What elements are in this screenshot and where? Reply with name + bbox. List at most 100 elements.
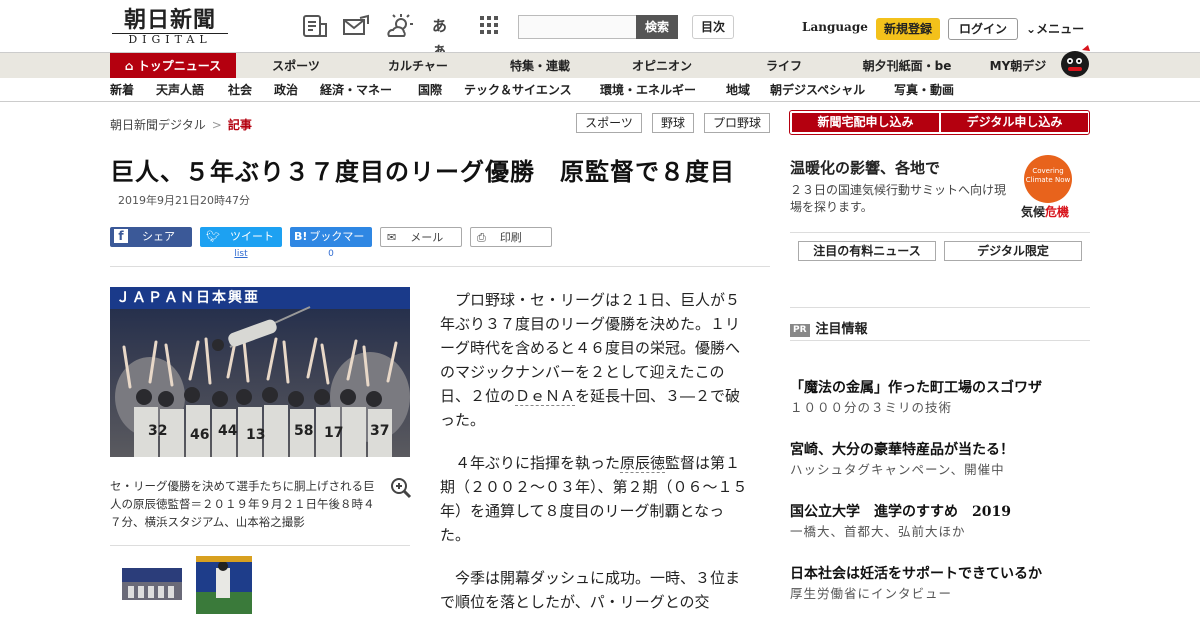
bookmark-count: 0 — [328, 249, 334, 259]
jersey-number: 17 — [324, 425, 344, 441]
chevron-down-icon: ⌄ — [1026, 22, 1037, 36]
font-size-icon[interactable]: あぁ — [432, 14, 458, 59]
mail-icon: ✉ — [387, 231, 397, 244]
twitter-icon: 🐦︎ — [206, 230, 220, 243]
covering-climate-now-badge[interactable]: Covering Climate Now — [1024, 155, 1072, 203]
tag-sports[interactable]: スポーツ — [576, 113, 642, 133]
digital-only-button[interactable]: デジタル限定 — [944, 241, 1082, 261]
sub-nav: 新着 天声人語 社会 政治 経済・マネー 国際 テック＆サイエンス 環境・エネル… — [0, 78, 1200, 102]
climate-feature-title[interactable]: 温暖化の影響、各地で — [790, 157, 940, 178]
search-input[interactable] — [518, 15, 638, 39]
menu-label: メニュー — [1036, 22, 1085, 36]
team-link[interactable]: ＤｅＮＡ — [515, 387, 576, 406]
register-button[interactable]: 新規登録 — [876, 18, 940, 40]
menu-button[interactable]: ⌄メニュー — [1026, 20, 1084, 37]
article-title: 巨人、５年ぶり３７度目のリーグ優勝 原監督で８度目 — [110, 158, 735, 186]
badge-text: Covering Climate Now — [1025, 167, 1071, 184]
print-button[interactable]: ⎙ 印刷 — [470, 227, 552, 247]
subnav-item[interactable]: 地域 — [726, 78, 750, 102]
pr-item-title: 国公立大学 進学のすすめ 2019 — [790, 504, 1011, 520]
home-delivery-button[interactable]: 新聞宅配申し込み — [792, 113, 939, 132]
breadcrumb-home[interactable]: 朝日新聞デジタル — [110, 118, 206, 132]
mail-share-button[interactable]: ✉ メール — [380, 227, 462, 247]
language-link[interactable]: Language — [802, 20, 868, 34]
logo-main: 朝日新聞 — [123, 7, 216, 33]
print-icon: ⎙ — [477, 231, 486, 244]
login-button[interactable]: ログイン — [948, 18, 1018, 40]
site-header: 朝日新聞 DIGITAL あぁ 検索 目次 Language 新規登録 ログイン… — [0, 0, 1200, 59]
divider — [110, 266, 770, 267]
jersey-number: 44 — [218, 423, 238, 439]
grid-apps-icon[interactable] — [478, 14, 504, 38]
pr-item[interactable]: 「魔法の金属」作った町工場のスゴワザ １０００分の３ミリの技術 — [790, 378, 1090, 418]
article-photo[interactable]: ＪＡＰＡＮ日本興亜 32 46 44 13 58 17 37 — [110, 287, 410, 457]
nav-culture[interactable]: カルチャー — [362, 53, 474, 79]
digital-subscribe-button[interactable]: デジタル申し込み — [941, 113, 1088, 132]
paragraph-text: ４年ぶりに指揮を執った — [455, 454, 621, 472]
pr-item[interactable]: 国公立大学 進学のすすめ 2019 一橋大、首都大、弘前大ほか — [790, 502, 1090, 542]
pr-badge: PR — [790, 324, 810, 337]
pr-item-title: 「魔法の金属」作った町工場のスゴワザ — [790, 380, 1042, 396]
divider — [110, 545, 410, 546]
facebook-icon: f — [114, 229, 128, 243]
pr-item[interactable]: 日本社会は妊活をサポートできているか 厚生労働省にインタビュー — [790, 564, 1090, 604]
photo-thumbnail[interactable] — [122, 568, 182, 600]
logo-text: 気候 — [1021, 205, 1046, 219]
person-link[interactable]: 原辰徳 — [620, 454, 666, 473]
subnav-item[interactable]: 写真・動画 — [894, 78, 954, 102]
article-paragraph: ４年ぶりに指揮を執った原辰徳監督は第１期（２００２～０３年）、第２期（０６～１５… — [440, 451, 750, 547]
subnav-item[interactable]: 朝デジスペシャル — [770, 78, 865, 102]
divider — [790, 340, 1090, 341]
tweet-count[interactable]: list — [200, 249, 282, 259]
hatena-icon: B! — [294, 230, 308, 243]
nav-opinion[interactable]: オピニオン — [606, 53, 718, 79]
hatena-bookmark-button[interactable]: B! ブックマーク — [290, 227, 372, 263]
jersey-number: 58 — [294, 423, 314, 439]
pr-item-title: 日本社会は妊活をサポートできているか — [790, 566, 1042, 582]
subnav-item[interactable]: 社会 — [228, 78, 252, 102]
jersey-number: 37 — [370, 423, 390, 439]
pr-item-title: 宮崎、大分の豪華特産品が当たる！ — [790, 442, 1014, 458]
article-paragraph: 今季は開幕ダッシュに成功。一時、３位まで順位を落としたが、パ・リーグとの交 — [440, 569, 741, 611]
search-button[interactable]: 検索 — [636, 15, 678, 39]
subscription-box: 新聞宅配申し込み デジタル申し込み — [789, 110, 1090, 135]
facebook-share-button[interactable]: f シェア — [110, 227, 192, 247]
zoom-icon[interactable] — [390, 477, 412, 499]
twitter-share-button[interactable]: 🐦︎ ツイート — [200, 227, 282, 247]
pr-item[interactable]: 宮崎、大分の豪華特産品が当たる！ ハッシュタグキャンペーン、開催中 — [790, 440, 1090, 480]
site-logo[interactable]: 朝日新聞 DIGITAL — [112, 8, 228, 46]
nav-life[interactable]: ライフ — [728, 53, 840, 79]
index-button[interactable]: 目次 — [692, 15, 734, 39]
nav-features[interactable]: 特集・連載 — [484, 53, 596, 79]
tweet-label: ツイート — [229, 230, 274, 243]
news-list-icon[interactable] — [302, 14, 328, 38]
share-label: シェア — [142, 230, 175, 243]
divider — [790, 232, 1090, 233]
subnav-item[interactable]: 新着 — [110, 78, 134, 102]
mail-ticket-icon[interactable] — [342, 14, 369, 38]
breadcrumb-current: 記事 — [227, 118, 252, 132]
subnav-item[interactable]: テック＆サイエンス — [464, 78, 572, 102]
subnav-item[interactable]: 国際 — [418, 78, 442, 102]
subnav-item[interactable]: 政治 — [274, 78, 298, 102]
pr-label: 注目情報 — [815, 322, 868, 337]
nav-top-news[interactable]: ⌂ トップニュース — [110, 53, 236, 79]
tag-baseball[interactable]: 野球 — [652, 113, 694, 133]
mascot-icon[interactable] — [1058, 44, 1094, 78]
home-icon: ⌂ — [124, 59, 138, 73]
breadcrumb-separator: > — [211, 118, 222, 132]
pr-item-sub: 一橋大、首都大、弘前大ほか — [790, 524, 966, 539]
subnav-item[interactable]: 経済・マネー — [320, 78, 392, 102]
nav-newspaper[interactable]: 朝夕刊紙面・be — [848, 53, 966, 79]
subnav-item[interactable]: 環境・エネルギー — [600, 78, 696, 102]
photo-thumbnail[interactable] — [196, 556, 252, 614]
weather-icon[interactable] — [386, 14, 413, 38]
paid-news-button[interactable]: 注目の有料ニュース — [798, 241, 936, 261]
jersey-numbers: 32 46 44 13 58 17 37 — [136, 423, 396, 447]
breadcrumb: 朝日新聞デジタル > 記事 — [110, 116, 252, 133]
nav-my-asadigi[interactable]: MY朝デジ — [976, 53, 1060, 79]
subnav-item[interactable]: 天声人語 — [156, 78, 204, 102]
nav-sports[interactable]: スポーツ — [240, 53, 352, 79]
tag-pro-baseball[interactable]: プロ野球 — [704, 113, 770, 133]
jersey-number: 13 — [246, 427, 266, 443]
